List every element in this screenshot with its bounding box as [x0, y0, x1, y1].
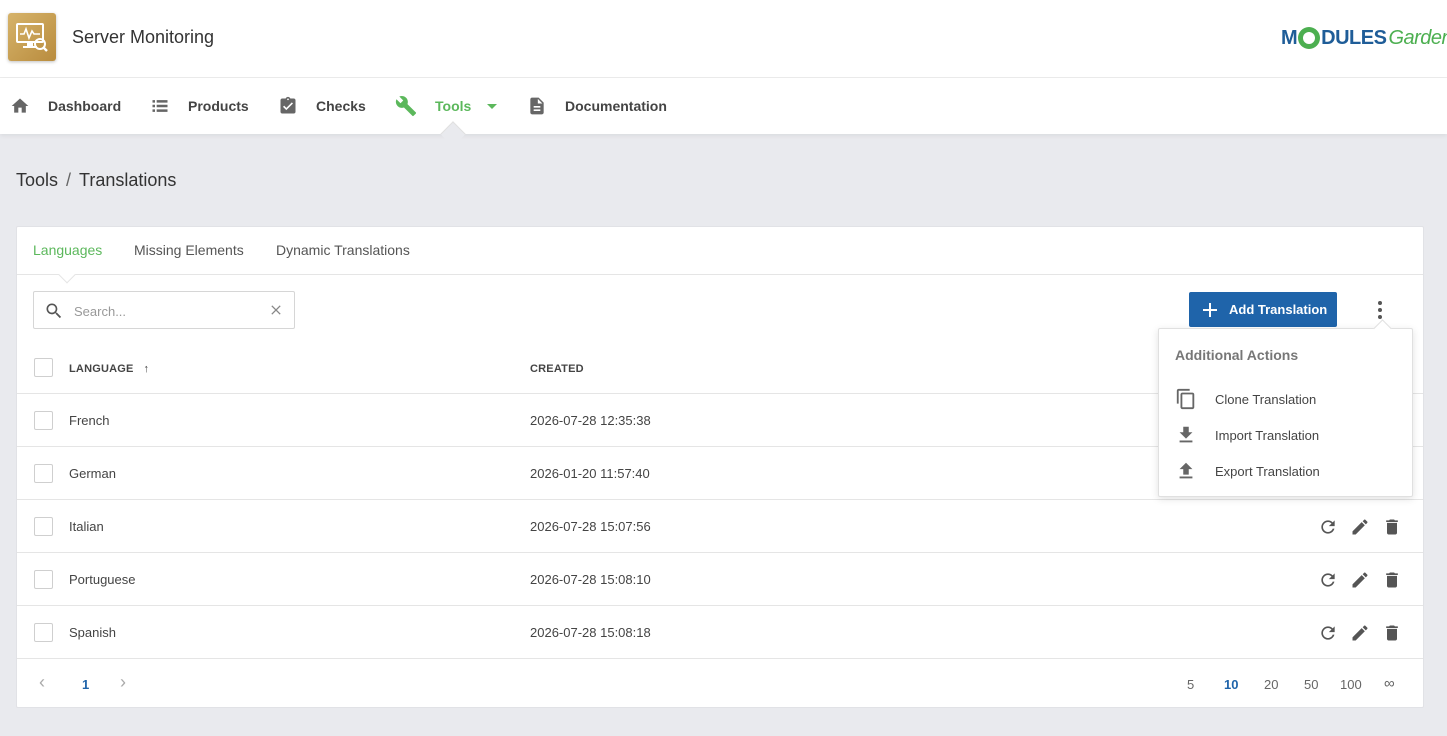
refresh-icon[interactable] — [1317, 516, 1339, 538]
breadcrumb-separator: / — [66, 170, 72, 190]
column-header-language[interactable]: LANGUAGE ↑ — [69, 363, 149, 375]
language-cell: German — [69, 466, 116, 481]
export-translation-item[interactable]: Export Translation — [1175, 459, 1320, 483]
breadcrumb-parent[interactable]: Tools — [16, 170, 58, 190]
tab-missing-elements[interactable]: Missing Elements — [134, 242, 244, 258]
row-checkbox[interactable] — [34, 570, 53, 589]
import-translation-item[interactable]: Import Translation — [1175, 423, 1319, 447]
tab-languages[interactable]: Languages — [33, 242, 102, 258]
page-size-all[interactable]: ∞ — [1384, 675, 1395, 692]
clone-translation-item[interactable]: Clone Translation — [1175, 387, 1316, 411]
row-checkbox[interactable] — [34, 411, 53, 430]
breadcrumb-current: Translations — [79, 170, 177, 190]
home-icon — [11, 98, 29, 113]
created-cell: 2026-07-28 15:08:10 — [530, 572, 651, 587]
trash-icon[interactable] — [1381, 516, 1403, 538]
edit-icon[interactable] — [1349, 516, 1371, 538]
search-input[interactable] — [74, 301, 264, 321]
nav-item-checks[interactable]: Checks — [278, 78, 366, 134]
select-all-checkbox[interactable] — [34, 358, 53, 377]
nav-item-products[interactable]: Products — [150, 78, 249, 134]
download-icon — [1179, 426, 1193, 443]
created-cell: 2026-07-28 12:35:38 — [530, 413, 651, 428]
next-page-button[interactable]: › — [120, 672, 126, 693]
created-cell: 2026-01-20 11:57:40 — [530, 466, 650, 481]
breadcrumb: Tools / Translations — [16, 170, 176, 191]
main-nav: Dashboard Products Checks Tools Document… — [0, 78, 1447, 134]
row-checkbox[interactable] — [34, 464, 53, 483]
wrench-icon — [395, 96, 417, 117]
more-actions-icon[interactable] — [1371, 299, 1389, 321]
additional-actions-dropdown: Additional Actions Clone Translation Imp… — [1158, 328, 1413, 497]
page-size-50[interactable]: 50 — [1304, 677, 1318, 692]
tab-bar: Languages Missing Elements Dynamic Trans… — [17, 227, 1423, 284]
language-cell: French — [69, 413, 110, 428]
sort-ascending-icon: ↑ — [143, 363, 150, 375]
edit-icon[interactable] — [1349, 622, 1371, 644]
trash-icon[interactable] — [1381, 622, 1403, 644]
page-size-20[interactable]: 20 — [1264, 677, 1278, 692]
tab-dynamic-translations[interactable]: Dynamic Translations — [276, 242, 410, 258]
copy-icon — [1176, 388, 1195, 410]
prev-page-button[interactable]: ‹ — [39, 672, 45, 693]
table-row: Italian 2026-07-28 15:07:56 — [17, 500, 1423, 553]
page-size-10[interactable]: 10 — [1224, 677, 1238, 692]
column-header-created[interactable]: CREATED — [530, 363, 584, 375]
row-actions — [1317, 516, 1403, 538]
refresh-icon[interactable] — [1317, 569, 1339, 591]
edit-icon[interactable] — [1349, 569, 1371, 591]
page-size-100[interactable]: 100 — [1340, 677, 1362, 692]
logo-globe-icon — [1298, 27, 1321, 49]
app-logo-icon[interactable] — [8, 13, 56, 61]
nav-item-documentation[interactable]: Documentation — [527, 78, 667, 134]
refresh-icon[interactable] — [1317, 622, 1339, 644]
pagination: ‹ 1 › 5 10 20 50 100 ∞ — [17, 659, 1423, 709]
plus-icon — [1203, 302, 1217, 317]
row-checkbox[interactable] — [34, 623, 53, 642]
language-cell: Italian — [69, 519, 104, 534]
row-actions — [1317, 569, 1403, 591]
list-icon — [152, 100, 168, 112]
row-actions — [1317, 622, 1403, 644]
chevron-down-icon — [487, 103, 498, 109]
search-box — [33, 291, 295, 329]
close-icon[interactable] — [268, 302, 284, 318]
created-cell: 2026-07-28 15:07:56 — [530, 519, 651, 534]
table-row: Portuguese 2026-07-28 15:08:10 — [17, 553, 1423, 606]
language-cell: Spanish — [69, 625, 116, 640]
nav-item-dashboard[interactable]: Dashboard — [10, 78, 121, 134]
add-translation-button[interactable]: Add Translation — [1189, 292, 1337, 327]
tab-active-pointer — [58, 266, 76, 284]
language-cell: Portuguese — [69, 572, 136, 587]
app-title: Server Monitoring — [72, 27, 215, 47]
search-icon — [46, 303, 62, 319]
clipboard-check-icon — [280, 96, 296, 114]
page-size-5[interactable]: 5 — [1187, 677, 1194, 692]
trash-icon[interactable] — [1381, 569, 1403, 591]
dropdown-title: Additional Actions — [1175, 347, 1299, 363]
document-icon — [530, 97, 544, 115]
created-cell: 2026-07-28 15:08:18 — [530, 625, 651, 640]
table-row: Spanish 2026-07-28 15:08:18 — [17, 606, 1423, 659]
row-checkbox[interactable] — [34, 517, 53, 536]
page-1-button[interactable]: 1 — [82, 677, 89, 692]
app-header: Server Monitoring M DULES Garden — [0, 0, 1447, 78]
nav-item-tools[interactable]: Tools — [395, 78, 498, 134]
upload-icon — [1179, 462, 1193, 479]
modulesgarden-logo[interactable]: M DULES Garden — [1281, 25, 1447, 51]
